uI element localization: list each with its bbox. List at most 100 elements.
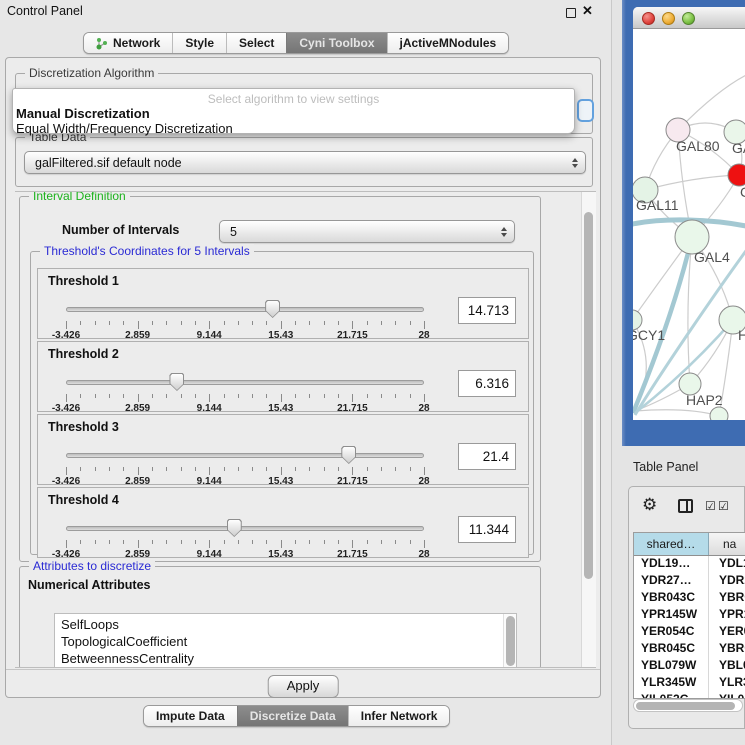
tick-label: 21.715 [337,549,368,560]
split-columns-icon[interactable] [678,499,693,513]
threshold-label: Threshold 4 [48,493,119,507]
minimize-traffic-light-icon[interactable] [662,12,675,25]
table-row[interactable]: YIL052C YIL0 [634,692,745,699]
table-row[interactable]: YER054C YER0 [634,624,745,641]
table-panel: ⚙ ☑ ☑ shared…na YDL19… YDL1 YDR27… YDR2 … [628,486,745,729]
slider-track[interactable] [66,526,424,531]
algorithm-combo-focus-fragment[interactable] [577,99,594,122]
top-tab-strip: Network Style Select Cyni Toolbox jActiv… [83,32,509,54]
settings-scrollbar[interactable] [581,192,596,668]
interval-definition-group: Interval Definition Number of Intervals … [19,196,541,562]
zoom-traffic-light-icon[interactable] [682,12,695,25]
tick-label: 15.43 [268,330,293,341]
table-row[interactable]: YBR043C YBR0 [634,590,745,607]
number-of-intervals-value: 5 [230,225,237,239]
slider-thumb[interactable] [169,373,184,391]
table-hscrollbar-thumb[interactable] [636,702,735,710]
table-row[interactable]: YDL19… YDL1 [634,556,745,573]
slider-thumb[interactable] [341,446,356,464]
table-hscrollbar[interactable] [633,699,743,712]
settings-gear-icon[interactable]: ⚙ [642,495,657,515]
numerical-attributes-list[interactable]: SelfLoopsTopologicalCoefficientBetweenne… [54,613,517,668]
interval-definition-label: Interval Definition [29,191,130,203]
attribute-list-item[interactable]: TopologicalCoefficient [61,633,516,650]
column-header[interactable]: na [709,533,745,555]
slider-track[interactable] [66,380,424,385]
tab-style[interactable]: Style [172,33,226,53]
slider-thumb[interactable] [265,300,280,318]
threshold-label: Threshold 1 [48,274,119,288]
node-label: GCY1 [633,327,665,343]
threshold-value-field[interactable]: 14.713 [458,297,516,324]
tick-label: 2.859 [125,330,150,341]
tab-infer-network[interactable]: Infer Network [348,706,450,726]
table-data-group: Table Data galFiltered.sif default node [15,137,593,187]
number-of-intervals-combobox[interactable]: 5 [219,220,515,243]
tick-label: -3.426 [52,403,80,414]
network-edge[interactable] [645,175,739,190]
attributes-scrollbar[interactable] [503,614,516,668]
tick-label: 28 [418,330,429,341]
slider-track[interactable] [66,307,424,312]
tick-label: 21.715 [337,476,368,487]
float-window-icon[interactable] [566,8,576,18]
checked-checkbox-icon[interactable]: ☑ [718,499,729,513]
slider-ticks [66,321,424,329]
node-table[interactable]: shared…na YDL19… YDL1 YDR27… YDR2 YBR043… [633,532,745,699]
threshold-slider[interactable]: -3.4262.8599.14415.4321.71528 [66,299,424,333]
threshold-value-field[interactable]: 6.316 [458,370,516,397]
attributes-group: Attributes to discretize Numerical Attri… [19,566,541,668]
table-row[interactable]: YPR145W YPR1 [634,607,745,624]
slider-ticks [66,394,424,402]
checked-checkbox-icon[interactable]: ☑ [705,499,716,513]
node-label: GAL4 [694,249,730,265]
node-label: GAL80 [676,138,720,154]
table-data-combobox[interactable]: galFiltered.sif default node [24,151,586,174]
threshold-value-field[interactable]: 11.344 [458,516,516,543]
tab-select[interactable]: Select [226,33,286,53]
tick-label: 28 [418,476,429,487]
tick-label: 9.144 [197,476,222,487]
tab-cyni-toolbox[interactable]: Cyni Toolbox [286,33,386,53]
close-traffic-light-icon[interactable] [642,12,655,25]
network-window-titlebar [633,7,745,29]
table-row[interactable]: YBL079W YBL0 [634,658,745,675]
threshold-slider[interactable]: -3.4262.8599.14415.4321.71528 [66,372,424,406]
network-node[interactable] [710,407,728,420]
control-panel-titlebar: Control Panel ✕ [0,0,612,24]
table-row[interactable]: YBR045C YBR0 [634,641,745,658]
thresholds-group: Threshold's Coordinates for 5 Intervals … [30,251,534,555]
table-row[interactable]: YLR345W YLR3 [634,675,745,692]
thresholds-group-label: Threshold's Coordinates for 5 Intervals [40,244,254,258]
attribute-list-item[interactable]: SelfLoops [61,616,516,633]
column-header[interactable]: shared… [634,533,709,555]
tab-discretize-data[interactable]: Discretize Data [237,706,348,726]
network-edge[interactable] [635,410,719,416]
network-canvas[interactable]: GAL80GACGAL11GAL4GCY1HHAP2 [633,29,745,420]
table-row[interactable]: YDR27… YDR2 [634,573,745,590]
tab-network[interactable]: Network [84,33,172,53]
bottom-tab-strip: Impute Data Discretize Data Infer Networ… [143,705,450,727]
threshold-value-field[interactable]: 21.4 [458,443,516,470]
settings-scrollbar-thumb[interactable] [584,212,593,579]
attributes-scrollbar-thumb[interactable] [506,616,515,666]
attribute-list-item[interactable]: BetweennessCentrality [61,650,516,667]
threshold-label: Threshold 2 [48,347,119,361]
close-icon[interactable]: ✕ [582,3,593,19]
control-panel: Control Panel ✕ Network Style Select Cyn… [0,0,612,745]
tab-jactivemnodules[interactable]: jActiveMNodules [387,33,509,53]
apply-button[interactable]: Apply [268,675,339,698]
algorithm-option[interactable]: Equal Width/Frequency Discretization [16,121,233,136]
threshold-row: Threshold 4 -3.4262.8599.14415.4321.7152… [37,487,529,558]
combo-stepper-icon [501,221,507,242]
algorithm-option[interactable]: Manual Discretization [16,106,150,121]
tick-label: 9.144 [197,549,222,560]
settings-scroll-viewport: Interval Definition Number of Intervals … [15,191,596,668]
slider-track[interactable] [66,453,424,458]
threshold-slider[interactable]: -3.4262.8599.14415.4321.71528 [66,445,424,479]
network-node[interactable] [728,164,745,186]
tick-label: 28 [418,403,429,414]
slider-thumb[interactable] [227,519,242,537]
tab-impute-data[interactable]: Impute Data [144,706,237,726]
threshold-slider[interactable]: -3.4262.8599.14415.4321.71528 [66,518,424,552]
